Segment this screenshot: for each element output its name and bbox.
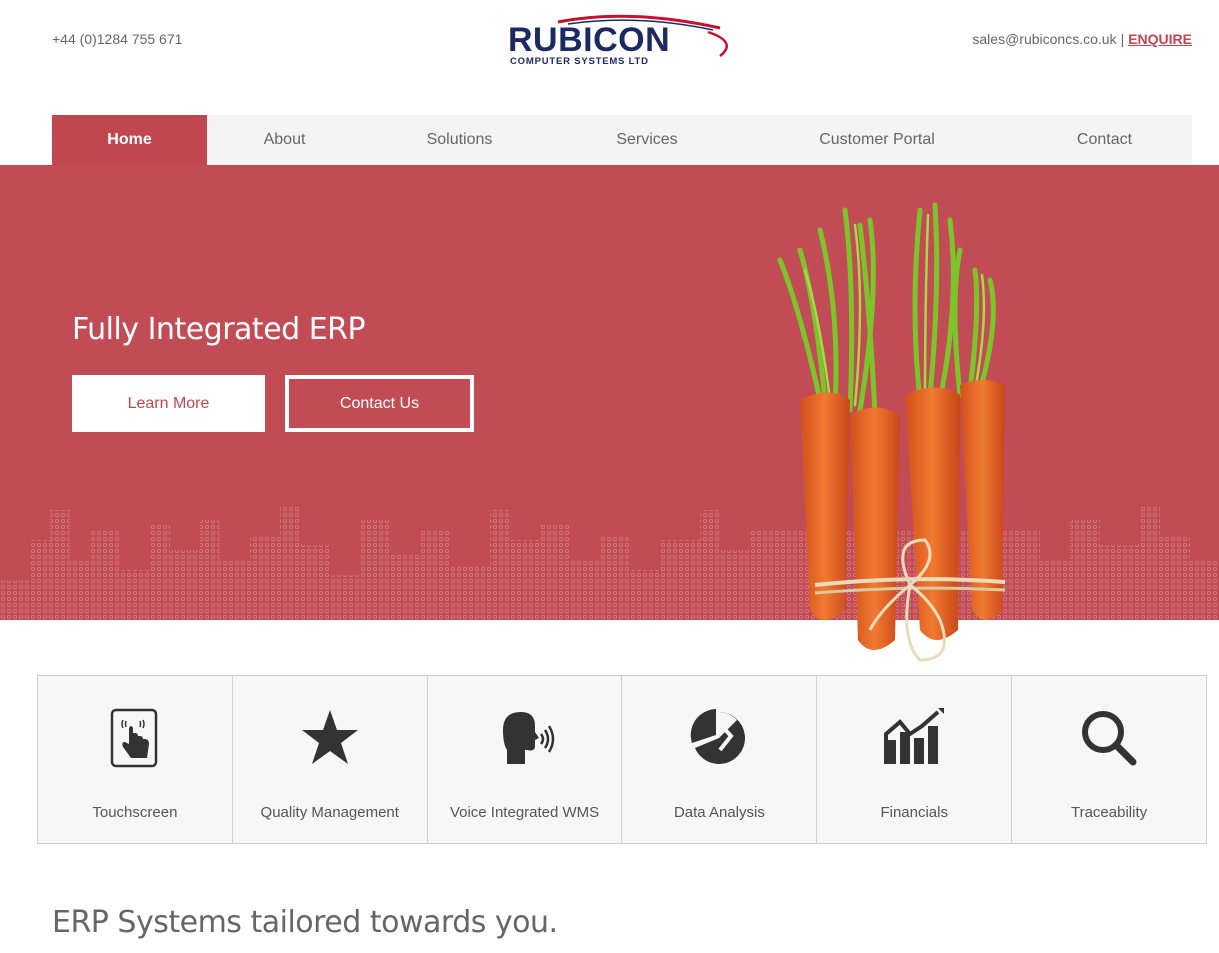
touchscreen-icon (110, 708, 158, 768)
section-tagline: ERP Systems tailored towards you. (52, 905, 558, 940)
feature-touchscreen[interactable]: Touchscreen (38, 676, 233, 843)
nav-item-customer-portal[interactable]: Customer Portal (737, 115, 1017, 165)
email-link[interactable]: sales@rubiconcs.co.uk (972, 31, 1116, 47)
header-contact: sales@rubiconcs.co.uk | ENQUIRE (972, 31, 1192, 47)
feature-label: Voice Integrated WMS (449, 804, 600, 821)
feature-label: Traceability (1070, 804, 1148, 821)
feature-traceability[interactable]: Traceability (1012, 676, 1206, 843)
financials-chart-icon (884, 708, 945, 764)
nav-item-services[interactable]: Services (557, 115, 737, 165)
contact-us-button[interactable]: Contact Us (285, 375, 474, 432)
main-nav: Home About Solutions Services Customer P… (52, 115, 1192, 165)
hero-title: Fully Integrated ERP (72, 312, 366, 347)
hero-banner: Fully Integrated ERP Learn More Contact … (0, 165, 1219, 620)
feature-label: Quality Management (260, 804, 399, 821)
voice-icon (502, 712, 554, 764)
enquire-link[interactable]: ENQUIRE (1128, 31, 1192, 47)
nav-item-contact[interactable]: Contact (1017, 115, 1192, 165)
feature-label: Touchscreen (92, 804, 178, 821)
phone-number: +44 (0)1284 755 671 (52, 31, 183, 47)
feature-label: Financials (880, 804, 948, 821)
magnifier-icon (1082, 711, 1137, 766)
rubicon-logo[interactable]: RUBICON COMPUTER SYSTEMS LTD (508, 12, 738, 70)
nav-item-solutions[interactable]: Solutions (362, 115, 557, 165)
star-icon (301, 710, 358, 764)
carrots-image (777, 202, 1006, 662)
nav-item-about[interactable]: About (207, 115, 362, 165)
svg-text:COMPUTER SYSTEMS LTD: COMPUTER SYSTEMS LTD (510, 56, 649, 67)
features-grid: Touchscreen Quality Management Voice Int… (37, 675, 1207, 844)
feature-voice-wms[interactable]: Voice Integrated WMS (428, 676, 623, 843)
feature-data-analysis[interactable]: Data Analysis (622, 676, 818, 843)
learn-more-button[interactable]: Learn More (72, 375, 265, 432)
nav-item-home[interactable]: Home (52, 115, 207, 165)
feature-quality-management[interactable]: Quality Management (233, 676, 428, 843)
svg-text:RUBICON: RUBICON (508, 21, 670, 59)
pie-chart-icon (691, 709, 746, 764)
feature-financials[interactable]: Financials (817, 676, 1013, 843)
hero-dot-pattern (0, 505, 1219, 620)
separator: | (1120, 31, 1125, 47)
feature-label: Data Analysis (673, 804, 765, 821)
